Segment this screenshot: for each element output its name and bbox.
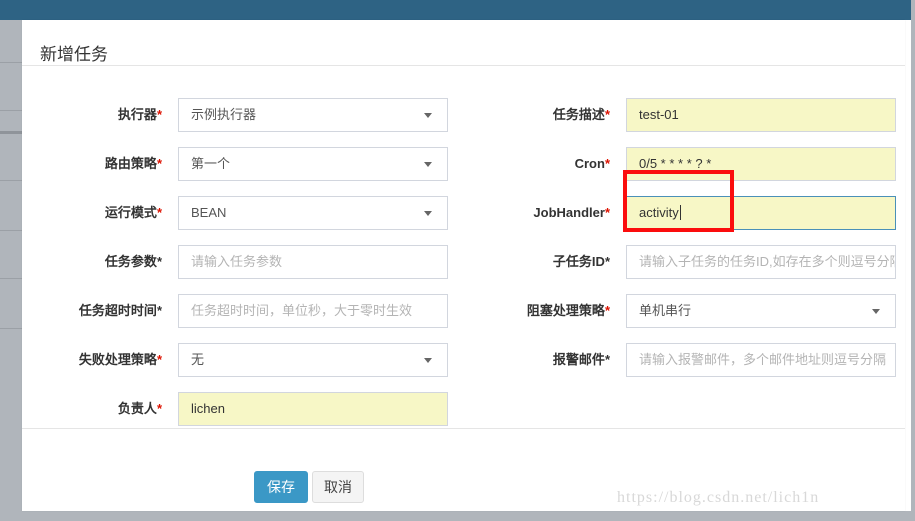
owner-field: 负责人* lichen [22, 392, 452, 426]
task-description-field: 任务描述* test-01 [470, 98, 900, 132]
alarm-email-input[interactable]: 请输入报警邮件，多个邮件地址则逗号分隔 [626, 343, 896, 377]
cron-input[interactable]: 0/5 * * * * ? * [626, 147, 896, 181]
chevron-down-icon[interactable] [424, 162, 432, 167]
failure-strategy-field: 失败处理策略* 无 [22, 343, 452, 377]
task-description-input[interactable]: test-01 [626, 98, 896, 132]
alarm-email-field: 报警邮件* 请输入报警邮件，多个邮件地址则逗号分隔 [470, 343, 900, 377]
failure-strategy-select[interactable]: 无 [178, 343, 448, 377]
add-task-modal: 新增任务 执行器* 示例执行器 路由策略* 第一个 运行模式* BEAN [22, 20, 905, 511]
executor-select[interactable]: 示例执行器 [178, 98, 448, 132]
jobhandler-input[interactable]: activity [626, 196, 896, 230]
executor-field: 执行器* 示例执行器 [22, 98, 452, 132]
failure-strategy-label: 失败处理策略* [22, 352, 162, 368]
routing-strategy-label: 路由策略* [22, 156, 162, 172]
page-background-bottom [0, 511, 915, 521]
routing-strategy-field: 路由策略* 第一个 [22, 147, 452, 181]
watermark: https://blog.csdn.net/lich1n [617, 489, 819, 507]
executor-label: 执行器* [22, 107, 162, 123]
owner-input[interactable]: lichen [178, 392, 448, 426]
task-params-input[interactable]: 请输入任务参数 [178, 245, 448, 279]
page-scroll-edge[interactable] [911, 0, 915, 521]
chevron-down-icon[interactable] [872, 309, 880, 314]
app-topbar [0, 0, 915, 20]
modal-body: 执行器* 示例执行器 路由策略* 第一个 运行模式* BEAN 任务参数* 请输… [22, 66, 905, 428]
child-task-id-field: 子任务ID* 请输入子任务的任务ID,如存在多个则逗号分隔 [470, 245, 900, 279]
run-mode-field: 运行模式* BEAN [22, 196, 452, 230]
block-strategy-label: 阻塞处理策略* [470, 303, 610, 319]
chevron-down-icon[interactable] [424, 358, 432, 363]
modal-header: 新增任务 [22, 20, 905, 66]
save-button[interactable]: 保存 [254, 471, 308, 503]
child-task-id-label: 子任务ID* [470, 254, 610, 270]
alarm-email-label: 报警邮件* [470, 352, 610, 368]
app-screen: 新增任务 执行器* 示例执行器 路由策略* 第一个 运行模式* BEAN [0, 0, 915, 521]
task-description-label: 任务描述* [470, 107, 610, 123]
cron-label: Cron* [470, 156, 610, 172]
task-timeout-label: 任务超时时间* [22, 303, 162, 319]
chevron-down-icon[interactable] [424, 113, 432, 118]
chevron-down-icon[interactable] [424, 211, 432, 216]
block-strategy-field: 阻塞处理策略* 单机串行 [470, 294, 900, 328]
run-mode-select[interactable]: BEAN [178, 196, 448, 230]
task-timeout-input[interactable]: 任务超时时间，单位秒，大于零时生效 [178, 294, 448, 328]
block-strategy-select[interactable]: 单机串行 [626, 294, 896, 328]
jobhandler-label: JobHandler* [470, 205, 610, 221]
jobhandler-field: JobHandler* activity [470, 196, 900, 230]
cancel-button[interactable]: 取消 [312, 471, 364, 503]
task-params-field: 任务参数* 请输入任务参数 [22, 245, 452, 279]
task-timeout-field: 任务超时时间* 任务超时时间，单位秒，大于零时生效 [22, 294, 452, 328]
page-background-left [0, 20, 22, 511]
task-params-label: 任务参数* [22, 254, 162, 270]
cron-field: Cron* 0/5 * * * * ? * [470, 147, 900, 181]
run-mode-label: 运行模式* [22, 205, 162, 221]
text-cursor [680, 205, 681, 220]
routing-strategy-select[interactable]: 第一个 [178, 147, 448, 181]
owner-label: 负责人* [22, 401, 162, 417]
page-title: 新增任务 [40, 46, 108, 63]
child-task-id-input[interactable]: 请输入子任务的任务ID,如存在多个则逗号分隔 [626, 245, 896, 279]
